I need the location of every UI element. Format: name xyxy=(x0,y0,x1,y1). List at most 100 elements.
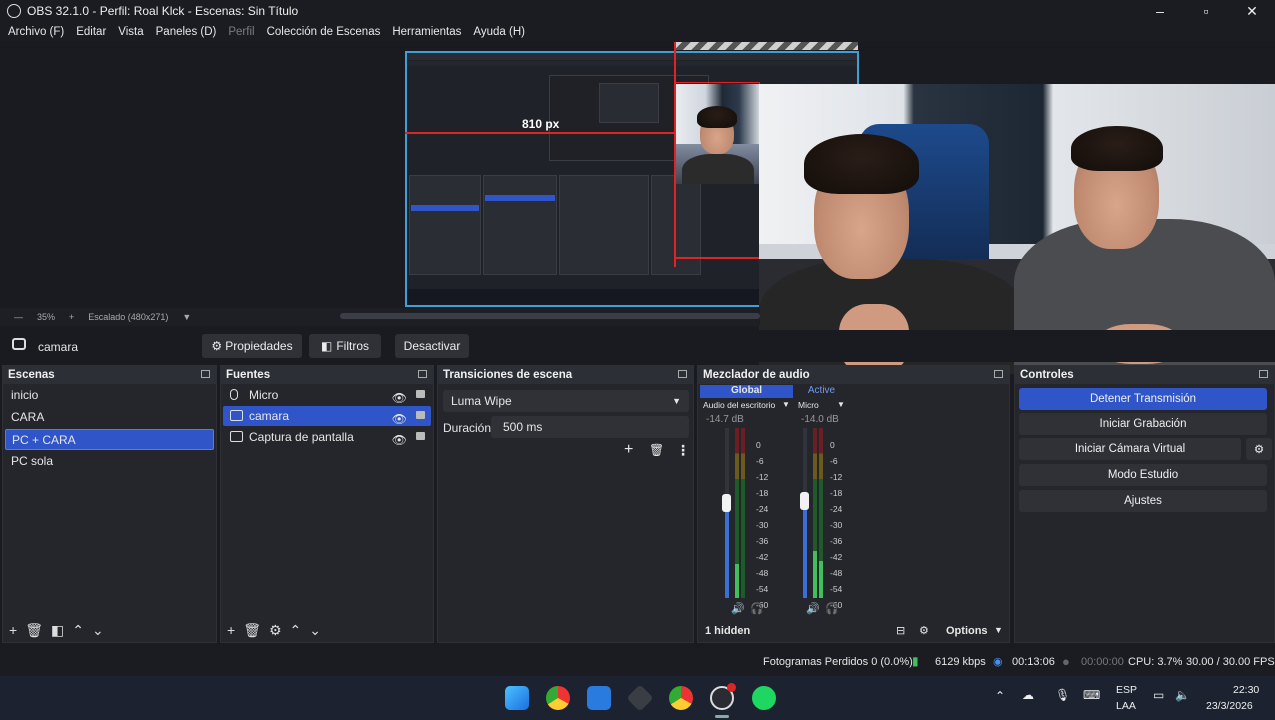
scene-item-selected[interactable]: PC + CARA xyxy=(5,429,214,450)
language-bottom[interactable]: LAA xyxy=(1116,700,1136,712)
filter-icon[interactable]: ◧ xyxy=(51,622,64,639)
tab-global[interactable]: Global xyxy=(700,385,793,398)
lock-icon[interactable] xyxy=(416,411,425,419)
headphones-icon[interactable]: 🎧 xyxy=(750,602,764,615)
bitrate: 6129 kbps xyxy=(935,656,986,668)
zoom-out-button[interactable]: — xyxy=(14,312,23,322)
undock-icon[interactable] xyxy=(678,370,687,378)
start-icon[interactable] xyxy=(505,686,529,710)
options-button[interactable]: Options xyxy=(946,625,988,637)
db-tick: 0 xyxy=(756,440,761,450)
chrome-icon[interactable] xyxy=(546,686,570,710)
network-icon[interactable]: ▭ xyxy=(1153,688,1164,702)
speaker-icon[interactable]: 🔊 xyxy=(731,602,745,615)
spotify-icon[interactable] xyxy=(752,686,776,710)
menu-view[interactable]: Vista xyxy=(118,26,143,38)
start-recording-button[interactable]: Iniciar Grabación xyxy=(1019,413,1267,435)
transition-select[interactable]: Luma Wipe ▼ xyxy=(443,390,689,412)
close-icon[interactable]: ✕ xyxy=(1229,0,1275,22)
scene-item[interactable]: PC sola xyxy=(5,451,214,472)
volume-icon[interactable]: 🔈 xyxy=(1175,688,1190,702)
minimize-icon[interactable]: – xyxy=(1137,0,1183,22)
source-item-selected[interactable]: camara 👁 xyxy=(223,406,431,426)
menu-help[interactable]: Ayuda (H) xyxy=(473,26,525,38)
filters-label: Filtros xyxy=(336,339,369,353)
clock-date[interactable]: 23/3/2026 xyxy=(1206,700,1253,712)
menu-tools[interactable]: Herramientas xyxy=(392,26,461,38)
scene-item[interactable]: inicio xyxy=(5,385,214,406)
source-item[interactable]: Captura de pantalla 👁 xyxy=(223,427,431,447)
eye-icon[interactable]: 👁 xyxy=(392,388,407,408)
properties-label: Propiedades xyxy=(225,339,293,353)
undock-icon[interactable] xyxy=(201,370,210,378)
menu-docks[interactable]: Paneles (D) xyxy=(156,26,217,38)
add-icon[interactable]: + xyxy=(227,622,235,638)
zoom-in-button[interactable]: + xyxy=(69,312,74,322)
filters-button[interactable]: ◧ Filtros xyxy=(309,334,381,358)
speaker-icon[interactable]: 🔊 xyxy=(806,602,820,615)
arrow-down-icon[interactable]: ⌄ xyxy=(309,622,321,639)
menu-profile[interactable]: Perfil xyxy=(228,26,254,38)
undock-icon[interactable] xyxy=(994,370,1003,378)
tab-active[interactable]: Active xyxy=(794,385,849,398)
trash-icon[interactable]: 🗑 xyxy=(243,622,261,639)
chevron-up-icon[interactable]: ⌃ xyxy=(995,689,1005,703)
add-icon[interactable]: + xyxy=(624,441,633,459)
scene-item[interactable]: CARA xyxy=(5,407,214,428)
trash-icon[interactable]: 🗑 xyxy=(25,622,43,639)
deactivate-button[interactable]: Desactivar xyxy=(395,334,469,358)
hidden-count[interactable]: 1 hidden xyxy=(705,625,750,637)
filter-icon: ◧ xyxy=(320,339,333,353)
menu-edit[interactable]: Editar xyxy=(76,26,106,38)
layout-icon[interactable]: ⊟ xyxy=(896,624,905,637)
eye-icon[interactable]: 👁 xyxy=(392,409,407,429)
clock-time[interactable]: 22:30 xyxy=(1233,684,1259,696)
mic-icon[interactable]: 🎙 xyxy=(1055,688,1070,702)
source-label: camara xyxy=(249,409,290,423)
eye-icon[interactable]: 👁 xyxy=(392,430,407,450)
gear-icon[interactable]: ⚙ xyxy=(269,622,282,639)
chevron-down-icon[interactable]: ▼ xyxy=(782,400,790,409)
virtual-camera-settings-button[interactable]: ⚙ xyxy=(1246,438,1272,460)
lock-icon[interactable] xyxy=(416,390,425,398)
properties-button[interactable]: ⚙ Propiedades xyxy=(202,334,302,358)
maximize-icon[interactable]: ▫ xyxy=(1183,0,1229,22)
undock-icon[interactable] xyxy=(418,370,427,378)
advanced-audio-icon[interactable]: ⚙ xyxy=(919,624,929,637)
volume-handle[interactable] xyxy=(800,492,809,510)
chevron-down-icon[interactable]: ▼ xyxy=(837,400,845,409)
menu-scene-collection[interactable]: Colección de Escenas xyxy=(267,26,381,38)
cloud-icon[interactable]: ☁ xyxy=(1022,688,1034,702)
signal-icon: ▮ xyxy=(912,654,919,668)
headphones-icon[interactable]: 🎧 xyxy=(825,602,839,615)
start-virtual-camera-button[interactable]: Iniciar Cámara Virtual xyxy=(1019,438,1241,460)
add-icon[interactable]: + xyxy=(9,622,17,638)
settings-button[interactable]: Ajustes xyxy=(1019,490,1267,512)
sources-title: Fuentes xyxy=(226,369,271,381)
stop-stream-button[interactable]: Detener Transmisión xyxy=(1019,388,1267,410)
chrome-profile-icon[interactable] xyxy=(669,686,693,710)
menu-file[interactable]: Archivo (F) xyxy=(8,26,64,38)
keyboard-icon[interactable]: ⌨ xyxy=(1083,688,1100,702)
arrow-up-icon[interactable]: ⌃ xyxy=(290,622,302,639)
nested-scene-selected xyxy=(411,205,479,211)
arrow-down-icon[interactable]: ⌄ xyxy=(92,622,104,639)
arrow-up-icon[interactable]: ⌃ xyxy=(72,622,84,639)
studio-mode-button[interactable]: Modo Estudio xyxy=(1019,464,1267,486)
store-icon[interactable] xyxy=(587,686,611,710)
language-top[interactable]: ESP xyxy=(1116,684,1137,696)
chevron-down-icon[interactable]: ▼ xyxy=(994,625,1003,635)
chevron-down-icon: ▼ xyxy=(672,396,681,406)
app-icon[interactable] xyxy=(626,684,654,712)
source-item[interactable]: Micro 👁 xyxy=(223,385,431,405)
undock-icon[interactable] xyxy=(1259,370,1268,378)
stream-time: 00:13:06 xyxy=(1012,656,1055,668)
more-options-icon[interactable]: ⋮ xyxy=(676,442,690,459)
trash-icon[interactable]: 🗑 xyxy=(649,443,664,457)
monitor-icon xyxy=(230,431,243,442)
volume-handle[interactable] xyxy=(722,494,731,512)
preview-scrollbar[interactable] xyxy=(340,313,760,319)
lock-icon[interactable] xyxy=(416,432,425,440)
duration-input[interactable]: 500 ms xyxy=(491,416,689,438)
chevron-down-icon[interactable]: ▼ xyxy=(182,312,191,322)
